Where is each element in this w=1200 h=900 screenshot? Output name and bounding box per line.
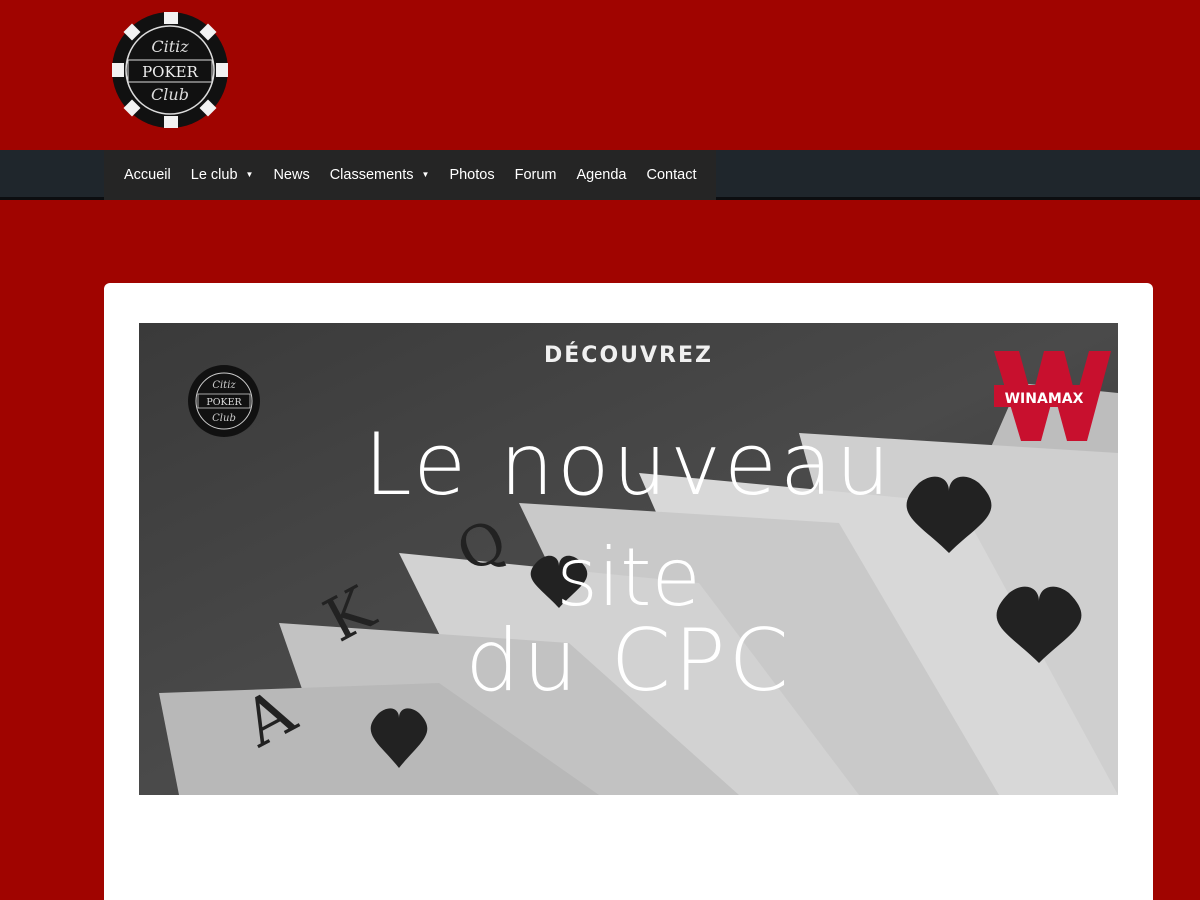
- nav-item-le-club[interactable]: Le club ▼: [181, 150, 264, 200]
- nav-item-label: Classements: [329, 167, 414, 183]
- content-card: A K Q Citiz POKER Club WINAMAX DÉCOUVREZ…: [104, 283, 1153, 900]
- site-header: Citiz POKER Club: [0, 0, 1200, 150]
- nav-item-label: Contact: [646, 167, 697, 183]
- nav-item-label: Photos: [449, 167, 495, 183]
- svg-text:Citiz: Citiz: [212, 380, 236, 391]
- svg-text:POKER: POKER: [142, 63, 199, 81]
- nav-item-label: Agenda: [576, 167, 627, 183]
- nav-item-label: Accueil: [124, 167, 171, 183]
- nav-item-accueil[interactable]: Accueil: [114, 150, 181, 200]
- nav-item-classements[interactable]: Classements ▼: [320, 150, 440, 200]
- banner-image: A K Q Citiz POKER Club WINAMAX: [139, 323, 1118, 795]
- nav-menu: Accueil Le club ▼ News Classements ▼ Photo…: [104, 150, 717, 200]
- svg-text:POKER: POKER: [206, 397, 242, 408]
- nav-item-label: Le club: [190, 167, 238, 183]
- svg-text:WINAMAX: WINAMAX: [1005, 391, 1084, 407]
- svg-text:Club: Club: [212, 413, 236, 424]
- main-navbar: Accueil Le club ▼ News Classements ▼ Photo…: [0, 150, 1200, 200]
- nav-item-label: News: [273, 167, 310, 183]
- nav-item-agenda[interactable]: Agenda: [567, 150, 637, 200]
- caret-down-icon: ▼: [245, 170, 254, 179]
- nav-item-photos[interactable]: Photos: [439, 150, 504, 200]
- nav-item-news[interactable]: News: [263, 150, 319, 200]
- club-logo[interactable]: Citiz POKER Club: [104, 8, 232, 130]
- caret-down-icon: ▼: [421, 170, 430, 179]
- nav-item-forum[interactable]: Forum: [505, 150, 567, 200]
- club-logo-small: Citiz POKER Club: [188, 365, 260, 437]
- svg-text:Club: Club: [151, 85, 189, 104]
- nav-item-label: Forum: [514, 167, 557, 183]
- svg-text:Citiz: Citiz: [151, 37, 189, 56]
- announcement-banner[interactable]: A K Q Citiz POKER Club WINAMAX DÉCOUVREZ…: [139, 323, 1118, 795]
- nav-item-contact[interactable]: Contact: [637, 150, 707, 200]
